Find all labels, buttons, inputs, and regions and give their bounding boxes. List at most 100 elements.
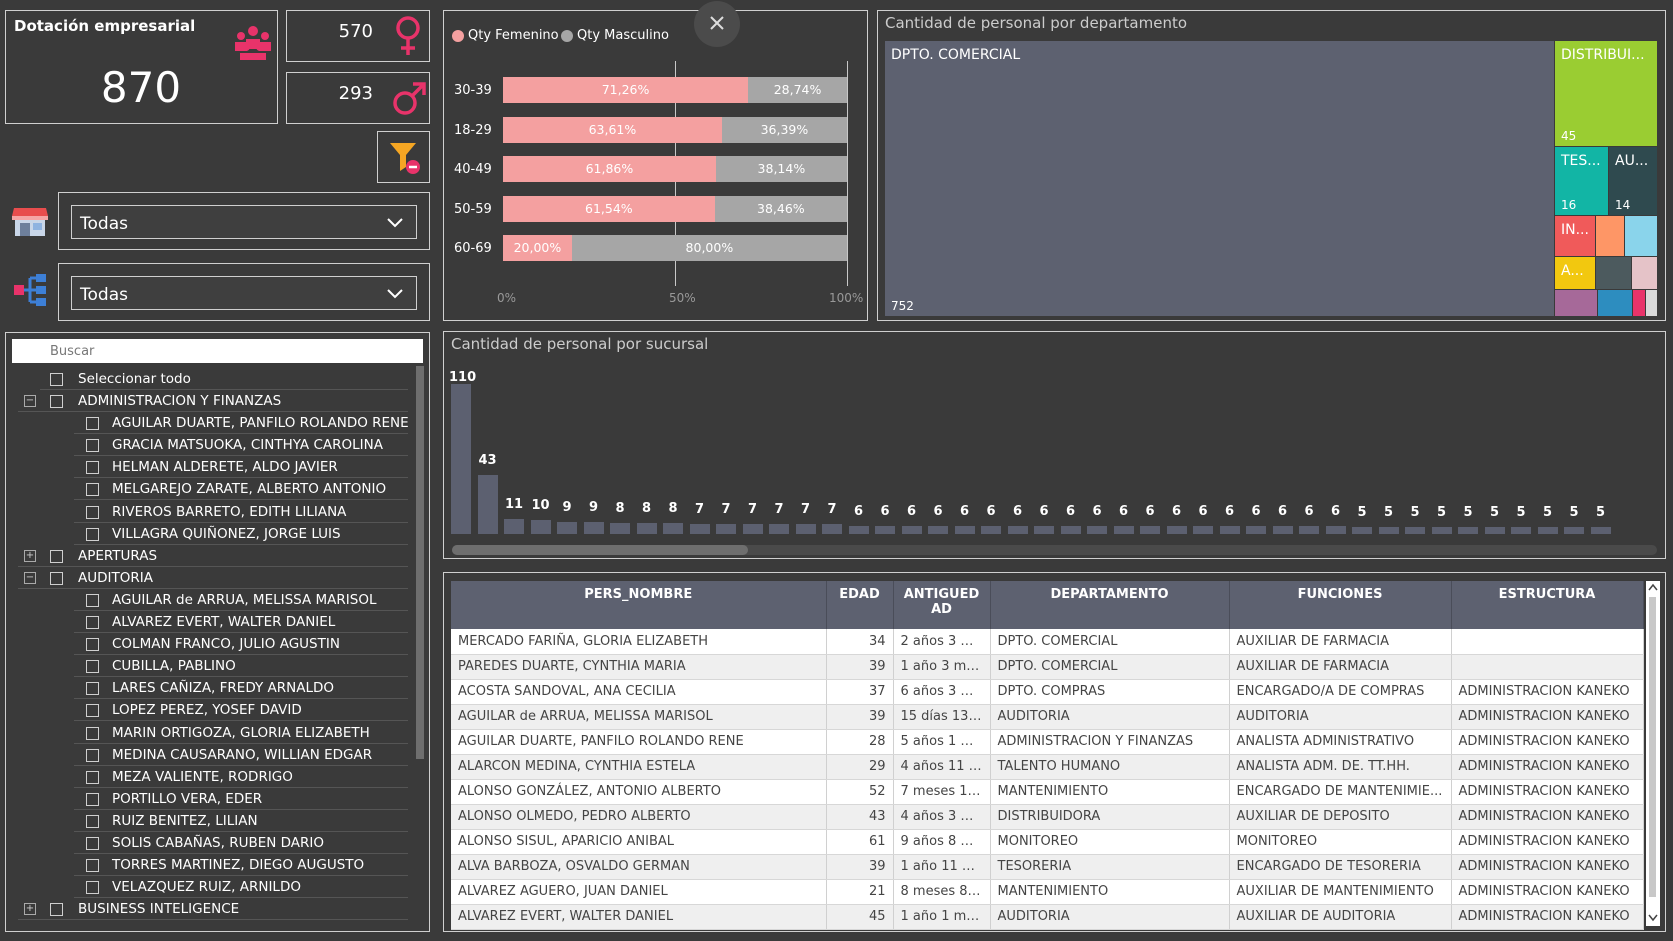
- table-row[interactable]: AGUILAR de ARRUA, MELISSA MARISOL 39 15 dí…: [451, 704, 1644, 730]
- table-row[interactable]: ALVAREZ EVERT, WALTER DANIEL 45 1 año 1 me…: [451, 904, 1644, 930]
- sucursal-bar[interactable]: [1007, 525, 1028, 534]
- table-row[interactable]: MERCADO FARIÑA, GLORIA ELIZABETH 34 2 años…: [451, 629, 1644, 655]
- sucursal-bar[interactable]: [557, 521, 577, 534]
- sucursal-bar[interactable]: [583, 521, 604, 534]
- treemap-tile[interactable]: [1596, 257, 1631, 289]
- female-bar[interactable]: 61,54%: [503, 195, 715, 222]
- checkbox[interactable]: [50, 395, 63, 408]
- slicer-employee-item[interactable]: RIVEROS BARRETO, EDITH LILIANA: [74, 501, 408, 523]
- sucursal-bar[interactable]: [1272, 525, 1293, 534]
- sucursal-bar[interactable]: [1484, 527, 1505, 534]
- slicer-employee-item[interactable]: PORTILLO VERA, EDER: [74, 788, 408, 810]
- checkbox[interactable]: [86, 814, 99, 828]
- sucursal-bar[interactable]: [795, 524, 816, 534]
- sucursal-bar[interactable]: [1537, 527, 1558, 534]
- sucursal-bar[interactable]: [1087, 525, 1107, 534]
- sucursal-bar[interactable]: [901, 525, 922, 534]
- female-bar[interactable]: 61,86%: [503, 156, 716, 182]
- sucursal-bar[interactable]: [1193, 525, 1213, 534]
- sucursal-bar[interactable]: [1113, 525, 1134, 534]
- treemap-tile[interactable]: [1632, 257, 1657, 289]
- sucursal-bar[interactable]: [1564, 527, 1584, 534]
- slicer-group-item[interactable]: − AUDITORIA: [18, 567, 408, 589]
- table-row[interactable]: ALONSO SISUL, APARICIO ANIBAL 61 9 años 8 …: [451, 829, 1644, 855]
- slicer-employee-item[interactable]: CUBILLA, PABLINO: [74, 655, 408, 678]
- table-row[interactable]: ACOSTA SANDOVAL, ANA CECILIA 37 6 años 3 m…: [451, 679, 1644, 705]
- checkbox[interactable]: [86, 417, 99, 431]
- checkbox[interactable]: [86, 505, 99, 519]
- sucursal-bar[interactable]: [848, 525, 869, 534]
- treemap-tile[interactable]: IN...: [1555, 216, 1595, 256]
- slicer-employee-item[interactable]: VILLAGRA QUIÑONEZ, JORGE LUIS: [74, 523, 408, 545]
- checkbox[interactable]: [86, 616, 99, 629]
- table-row[interactable]: ALARCON MEDINA, CYNTHIA ESTELA 29 4 años 1…: [451, 754, 1644, 780]
- sucursal-bar[interactable]: [1299, 525, 1319, 534]
- checkbox[interactable]: [86, 859, 99, 873]
- sucursal-bar[interactable]: [1219, 525, 1240, 534]
- checkbox[interactable]: [86, 837, 99, 850]
- slicer-employee-item[interactable]: ALVAREZ EVERT, WALTER DANIEL: [74, 611, 408, 633]
- male-bar[interactable]: 38,46%: [714, 195, 847, 222]
- sucursal-bar[interactable]: [530, 520, 551, 534]
- checkbox[interactable]: [86, 461, 99, 475]
- male-bar[interactable]: 38,14%: [715, 156, 847, 182]
- treemap-tile[interactable]: [1555, 290, 1597, 316]
- estructura-dropdown[interactable]: Todas: [71, 276, 417, 310]
- sucursal-bar[interactable]: [610, 523, 630, 534]
- sucursal-bar[interactable]: [875, 525, 895, 534]
- sucursal-bar[interactable]: [769, 524, 789, 534]
- treemap-tile[interactable]: [1633, 290, 1645, 316]
- checkbox[interactable]: [86, 660, 99, 674]
- column-header[interactable]: ESTRUCTURA: [1451, 581, 1644, 629]
- sucursal-bar[interactable]: [822, 524, 842, 534]
- collapse-icon[interactable]: −: [24, 571, 36, 584]
- sucursal-bar[interactable]: [1166, 525, 1187, 534]
- treemap-tile[interactable]: [1596, 216, 1624, 256]
- table-row[interactable]: ALVAREZ AGUERO, JUAN DANIEL 21 8 meses 8 d…: [451, 879, 1644, 905]
- slicer-employee-item[interactable]: RUIZ BENITEZ, LILIAN: [74, 810, 408, 832]
- sucursal-bar[interactable]: [689, 524, 710, 534]
- column-header[interactable]: ANTIGUEDAD: [893, 581, 991, 629]
- checkbox[interactable]: [50, 373, 63, 386]
- slicer-employee-item[interactable]: LARES CAÑIZA, FREDY ARNALDO: [74, 677, 408, 700]
- slicer-group-item[interactable]: + BUSINESS INTELIGENCE: [18, 898, 408, 921]
- sucursal-bar[interactable]: [1405, 527, 1425, 534]
- male-bar[interactable]: 36,39%: [721, 116, 847, 143]
- checkbox[interactable]: [50, 571, 63, 585]
- sucursal-bar[interactable]: [981, 525, 1001, 534]
- table-row[interactable]: PAREDES DUARTE, CYNTHIA MARIA 39 1 año 3 m…: [451, 654, 1644, 680]
- slicer-employee-item[interactable]: MEZA VALIENTE, RODRIGO: [74, 766, 408, 788]
- sucursal-bar[interactable]: [1431, 527, 1452, 534]
- sucursal-bar[interactable]: [1511, 527, 1531, 534]
- scrollbar-thumb[interactable]: [1649, 597, 1656, 897]
- female-bar[interactable]: 71,26%: [503, 77, 749, 103]
- slicer-employee-item[interactable]: LOPEZ PEREZ, YOSEF DAVID: [74, 699, 408, 722]
- scrollbar-thumb[interactable]: [452, 545, 748, 555]
- sucursal-bar[interactable]: [716, 524, 736, 534]
- checkbox[interactable]: [86, 527, 99, 541]
- slicer-employee-item[interactable]: COLMAN FRANCO, JULIO AGUSTIN: [74, 633, 408, 656]
- checkbox[interactable]: [86, 483, 99, 497]
- checkbox[interactable]: [50, 549, 63, 563]
- expand-icon[interactable]: +: [24, 903, 36, 916]
- treemap-tile[interactable]: AU... 14: [1609, 147, 1657, 215]
- treemap-tile[interactable]: TES... 16: [1555, 147, 1608, 215]
- slicer-group-item[interactable]: − ADMINISTRACION Y FINANZAS: [18, 390, 408, 412]
- slicer-employee-item[interactable]: TORRES MARTINEZ, DIEGO AUGUSTO: [74, 854, 408, 877]
- scroll-up-icon[interactable]: [1648, 583, 1658, 591]
- close-button[interactable]: [694, 1, 740, 47]
- column-header[interactable]: DEPARTAMENTO: [990, 581, 1230, 629]
- sucursal-bar[interactable]: [477, 475, 498, 534]
- collapse-icon[interactable]: −: [24, 395, 36, 407]
- male-bar[interactable]: 28,74%: [748, 77, 847, 103]
- sucursal-bar[interactable]: [1034, 525, 1054, 534]
- sucursal-bar[interactable]: [1140, 525, 1160, 534]
- clear-filters-button[interactable]: [377, 131, 430, 183]
- slicer-employee-item[interactable]: AGUILAR DUARTE, PANFILO ROLANDO RENE: [74, 412, 409, 435]
- select-all-item[interactable]: Seleccionar todo: [40, 368, 408, 390]
- treemap-tile[interactable]: A...: [1555, 257, 1595, 289]
- sucursal-bar[interactable]: [1246, 525, 1266, 534]
- sucursal-bar[interactable]: [742, 524, 763, 534]
- column-header[interactable]: EDAD: [826, 581, 894, 629]
- checkbox[interactable]: [50, 903, 63, 917]
